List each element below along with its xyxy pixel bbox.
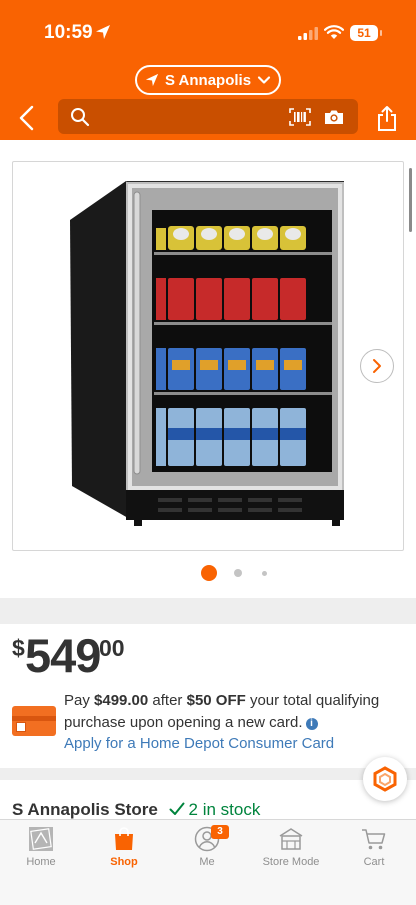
top-navigation: S Annapolis: [0, 60, 416, 140]
location-arrow-icon: [96, 25, 110, 39]
barcode-scanner-icon[interactable]: [289, 108, 311, 126]
help-chat-button[interactable]: [363, 757, 407, 801]
shopping-bag-icon: [115, 827, 133, 850]
notification-badge: 3: [211, 825, 229, 839]
next-image-button[interactable]: [360, 349, 394, 383]
product-image-frame[interactable]: [12, 161, 404, 551]
share-icon[interactable]: [376, 104, 398, 132]
bottom-tab-bar: Home Shop 3 Me Store Mode Cart: [0, 819, 416, 905]
offer-price: $499.00: [94, 692, 149, 709]
battery-indicator: 51: [350, 25, 382, 41]
section-divider: [0, 598, 416, 624]
pagination-dot[interactable]: [262, 571, 267, 576]
cart-icon: [362, 829, 386, 850]
tab-shop[interactable]: Shop: [84, 826, 164, 868]
price-currency: $: [12, 635, 25, 661]
search-input[interactable]: [58, 99, 358, 134]
gallery-pagination: [0, 564, 416, 582]
product-image: [70, 181, 344, 526]
stock-status: 2 in stock: [169, 800, 260, 819]
status-time: 10:59: [44, 22, 93, 43]
tab-me[interactable]: 3 Me: [167, 825, 247, 868]
store-selector-label: S Annapolis: [164, 71, 252, 89]
price-cents: 00: [99, 635, 125, 661]
search-icon: [71, 108, 90, 127]
home-depot-logo-icon: [29, 827, 53, 851]
chevron-down-icon: [257, 76, 271, 84]
camera-icon[interactable]: [323, 108, 345, 126]
credit-card-image: [12, 706, 56, 736]
hexagon-help-icon: [373, 766, 397, 792]
chevron-right-icon: [373, 359, 381, 373]
info-icon[interactable]: i: [305, 718, 318, 730]
store-name: S Annapolis Store: [12, 800, 158, 819]
scrollbar-thumb[interactable]: [409, 168, 412, 232]
store-icon: [279, 828, 303, 850]
tab-home[interactable]: Home: [1, 826, 81, 868]
section-divider: [0, 768, 416, 780]
back-arrow-icon[interactable]: [16, 104, 40, 132]
pagination-dot-active[interactable]: [201, 565, 217, 581]
checkmark-icon: [169, 802, 185, 815]
tab-cart[interactable]: Cart: [334, 826, 414, 868]
cellular-signal-icon: [298, 27, 318, 40]
tab-store-mode[interactable]: Store Mode: [251, 826, 331, 868]
card-offer-text: Pay $499.00 after $50 OFF your total qua…: [64, 692, 380, 731]
offer-discount: $50 OFF: [186, 692, 246, 709]
price-whole: 549: [25, 629, 101, 682]
status-bar: 10:59 51: [0, 0, 416, 60]
store-selector-button[interactable]: S Annapolis: [135, 65, 281, 95]
apply-card-link[interactable]: Apply for a Home Depot Consumer Card: [64, 735, 334, 752]
product-image-gallery: [0, 140, 416, 598]
pagination-dot[interactable]: [234, 569, 242, 577]
location-arrow-icon: [145, 73, 159, 87]
wifi-icon: [324, 25, 344, 39]
